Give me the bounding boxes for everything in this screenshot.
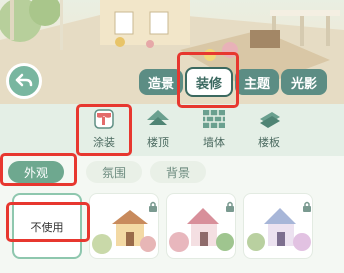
category-label: 楼板: [258, 136, 280, 149]
back-arrow-icon: [15, 73, 33, 87]
lock-icon: [147, 198, 159, 212]
brick-wall-icon: [200, 106, 228, 132]
paint-bucket-icon: [90, 106, 118, 132]
floor-board-icon: [255, 106, 283, 132]
category-floor[interactable]: 楼板: [248, 106, 290, 154]
tab-landscape[interactable]: 造景: [139, 69, 183, 95]
back-button[interactable]: [6, 63, 42, 99]
category-wall[interactable]: 墙体: [193, 106, 235, 154]
subtab-background[interactable]: 背景: [150, 161, 206, 183]
sub-tab-bar: 外观 氛围 背景: [0, 161, 344, 183]
category-label: 涂装: [93, 136, 115, 149]
tab-lighting[interactable]: 光影: [281, 69, 327, 95]
category-roof[interactable]: 楼顶: [137, 106, 179, 154]
tab-decoration[interactable]: 装修: [185, 67, 233, 97]
roof-icon: [144, 106, 172, 132]
item-none-label: 不使用: [30, 221, 64, 234]
category-paint[interactable]: 涂装: [83, 106, 125, 154]
category-label: 墙体: [203, 136, 225, 149]
item-none[interactable]: 不使用: [12, 193, 82, 259]
mode-tab-bar: 造景 装修 主题 光影: [139, 67, 329, 97]
lock-icon: [301, 198, 313, 212]
subtab-exterior[interactable]: 外观: [8, 161, 64, 183]
lock-icon: [224, 198, 236, 212]
category-label: 楼顶: [147, 136, 169, 149]
tab-theme[interactable]: 主题: [235, 69, 279, 95]
subtab-atmosphere[interactable]: 氛围: [86, 161, 142, 183]
